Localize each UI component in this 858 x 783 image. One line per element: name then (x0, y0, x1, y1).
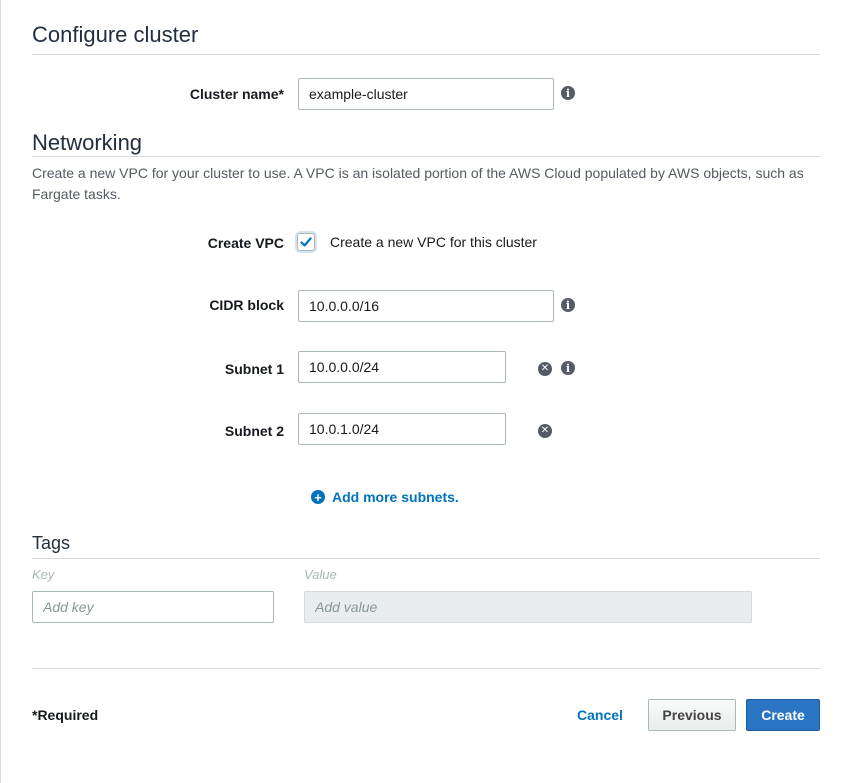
checkmark-icon (300, 237, 312, 247)
previous-button[interactable]: Previous (648, 699, 736, 731)
divider (32, 156, 820, 157)
required-note: *Required (32, 707, 99, 723)
subnet-2-input[interactable] (298, 413, 506, 445)
networking-title: Networking (32, 130, 143, 155)
info-icon[interactable]: i (561, 298, 575, 312)
networking-description: Create a new VPC for your cluster to use… (32, 165, 804, 202)
value-column-header: Value (304, 567, 337, 582)
plus-circle-icon: + (311, 490, 325, 504)
subnet-1-label: Subnet 1 (224, 361, 284, 377)
divider (32, 54, 820, 55)
info-icon[interactable]: i (561, 361, 575, 375)
divider (32, 668, 820, 669)
info-icon[interactable]: i (561, 86, 575, 100)
cidr-block-label: CIDR block (209, 297, 284, 313)
tag-key-input[interactable] (32, 591, 274, 623)
remove-icon[interactable]: ✕ (538, 424, 552, 438)
key-column-header: Key (32, 567, 55, 582)
create-vpc-checkbox[interactable] (297, 233, 315, 251)
add-more-subnets-link[interactable]: + Add more subnets. (311, 489, 459, 505)
remove-icon[interactable]: ✕ (538, 362, 552, 376)
cidr-block-input[interactable] (298, 290, 554, 322)
tags-title: Tags (32, 533, 71, 553)
configure-cluster-title: Configure cluster (32, 22, 199, 47)
cluster-name-input[interactable] (298, 78, 554, 110)
subnet-1-input[interactable] (298, 351, 506, 383)
cluster-name-label: Cluster name* (189, 86, 284, 102)
create-vpc-label: Create VPC (207, 235, 284, 251)
left-border (0, 0, 1, 783)
create-vpc-text: Create a new VPC for this cluster (330, 234, 537, 250)
divider (32, 558, 820, 559)
cancel-button[interactable]: Cancel (568, 699, 632, 731)
add-more-subnets-label: Add more subnets. (332, 489, 459, 505)
subnet-2-label: Subnet 2 (224, 423, 284, 439)
create-button[interactable]: Create (746, 699, 820, 731)
tag-value-input[interactable] (304, 591, 752, 623)
